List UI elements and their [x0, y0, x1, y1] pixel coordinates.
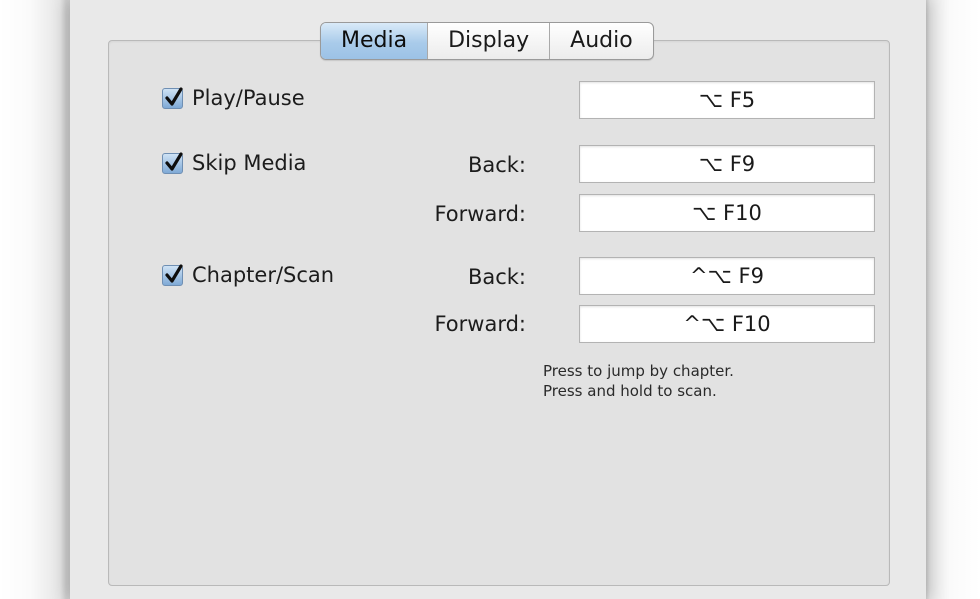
skip-media-label: Skip Media — [192, 151, 307, 175]
chapter-scan-back-shortcut-field[interactable]: ^⌥ F9 — [579, 257, 875, 295]
hint-line-1: Press to jump by chapter. — [543, 362, 734, 380]
checkmark-icon — [165, 87, 183, 106]
hint-line-2: Press and hold to scan. — [543, 382, 717, 400]
tab-media[interactable]: Media — [321, 23, 429, 59]
play-pause-checkbox[interactable] — [162, 87, 183, 109]
chapter-scan-forward-label: Forward: — [434, 312, 526, 336]
skip-media-forward-shortcut-field[interactable]: ⌥ F10 — [579, 194, 875, 232]
chapter-scan-label: Chapter/Scan — [192, 263, 335, 287]
play-pause-label: Play/Pause — [192, 86, 305, 110]
chapter-scan-forward-shortcut-field[interactable]: ^⌥ F10 — [579, 305, 875, 343]
checkmark-icon — [165, 264, 183, 283]
skip-media-back-shortcut-field[interactable]: ⌥ F9 — [579, 145, 875, 183]
chapter-scan-hint: Press to jump by chapter. Press and hold… — [543, 361, 734, 401]
tab-display[interactable]: Display — [428, 23, 551, 59]
skip-media-forward-label: Forward: — [434, 202, 526, 226]
tab-bar: Media Display Audio — [320, 22, 654, 60]
skip-media-back-label: Back: — [467, 153, 526, 177]
checkmark-icon — [165, 152, 183, 171]
tab-audio[interactable]: Audio — [550, 23, 653, 59]
chapter-scan-back-label: Back: — [467, 265, 526, 289]
preferences-window: Media Display Audio Play/Pause ⌥ F5 Skip… — [70, 0, 926, 599]
chapter-scan-checkbox[interactable] — [162, 264, 183, 286]
stage: Media Display Audio Play/Pause ⌥ F5 Skip… — [0, 0, 980, 599]
play-pause-shortcut-field[interactable]: ⌥ F5 — [579, 81, 875, 119]
media-settings-panel: Play/Pause ⌥ F5 Skip Media Back: ⌥ F9 Fo… — [108, 40, 890, 586]
skip-media-checkbox[interactable] — [162, 152, 183, 174]
